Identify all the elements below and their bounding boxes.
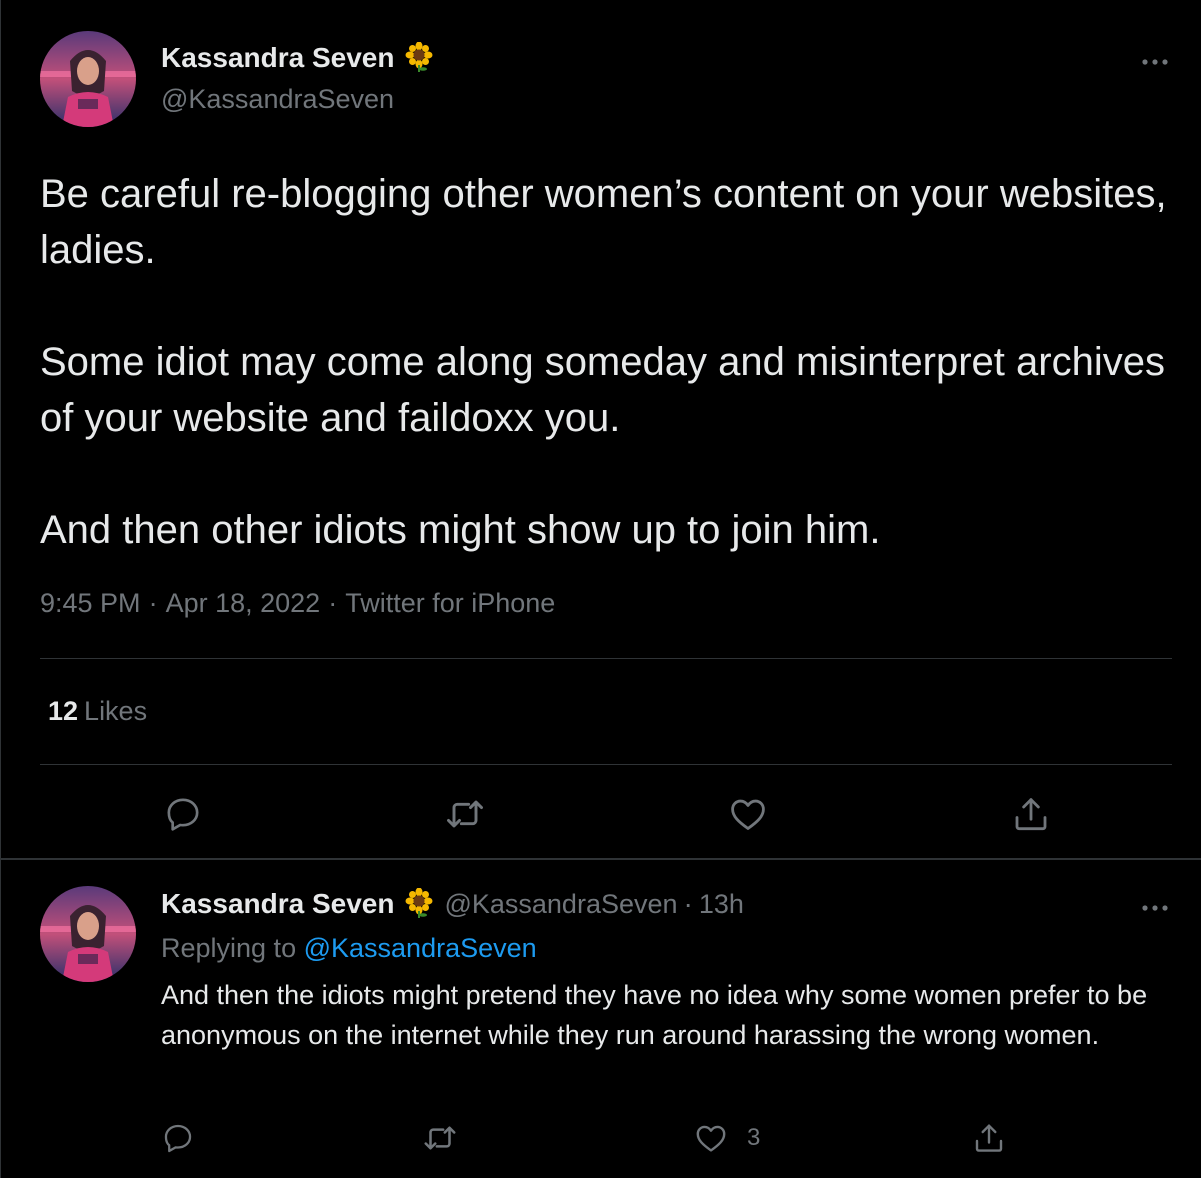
reply-header: Kassandra Seven @KassandraSeven · 13h [161, 887, 744, 925]
divider [40, 764, 1172, 765]
author-name[interactable]: Kassandra Seven [161, 41, 434, 79]
more-icon[interactable] [1139, 52, 1175, 72]
meta-separator: · [148, 588, 158, 618]
retweet-icon [424, 1126, 456, 1150]
tweet-paragraph-2: Some idiot may come along someday and mi… [40, 340, 1165, 440]
share-icon [975, 1124, 1003, 1152]
retweet-button[interactable] [443, 792, 487, 836]
likes-label: Likes [84, 696, 148, 726]
tweet-date[interactable]: Apr 18, 2022 [166, 588, 321, 618]
more-icon[interactable] [1139, 898, 1175, 918]
reply-like-count: 3 [747, 1124, 761, 1151]
share-icon [1015, 798, 1047, 831]
share-button[interactable] [971, 1118, 1007, 1158]
reply-icon [164, 1124, 192, 1153]
author-handle[interactable]: @KassandraSeven [161, 84, 394, 115]
reply-button[interactable] [161, 792, 205, 836]
divider [40, 658, 1172, 659]
replying-to-mention[interactable]: @KassandraSeven [304, 933, 537, 963]
tweet-text: Be careful re-blogging other women’s con… [40, 166, 1170, 558]
reply-author-avatar[interactable] [40, 886, 136, 982]
reply-button[interactable] [161, 1118, 195, 1158]
reply-author-name[interactable]: Kassandra Seven [161, 888, 394, 919]
sunflower-icon [404, 41, 434, 79]
reply-author-handle[interactable]: @KassandraSeven [444, 889, 677, 919]
header-separator: · [683, 888, 693, 919]
tweet-source[interactable]: Twitter for iPhone [345, 588, 555, 618]
tweet-paragraph-3: And then other idiots might show up to j… [40, 508, 881, 552]
reply-text: And then the idiots might pretend they h… [161, 980, 1148, 1050]
tweet-time[interactable]: 9:45 PM [40, 588, 141, 618]
retweet-icon [447, 800, 483, 828]
reply-time[interactable]: 13h [699, 889, 744, 919]
avatar-image [40, 886, 136, 982]
like-icon [731, 799, 765, 830]
retweet-button[interactable] [421, 1118, 459, 1158]
tweet-thread: Kassandra Seven @KassandraSeven Be caref… [0, 0, 1201, 1178]
sunflower-icon [404, 887, 434, 925]
replying-to: Replying to @KassandraSeven [161, 933, 537, 964]
thread-divider [1, 858, 1201, 860]
meta-separator: · [328, 588, 338, 618]
avatar-image [40, 31, 136, 127]
replying-to-prefix: Replying to [161, 933, 297, 963]
like-button[interactable] [726, 792, 770, 836]
likes-count: 12 [48, 696, 79, 726]
author-avatar[interactable] [40, 31, 136, 127]
like-button[interactable]: 3 [693, 1118, 760, 1158]
share-button[interactable] [1009, 792, 1053, 836]
reply-icon [167, 798, 199, 831]
author-name-text: Kassandra Seven [161, 42, 395, 73]
like-icon [696, 1125, 726, 1152]
tweet-paragraph-1: Be careful re-blogging other women’s con… [40, 172, 1167, 272]
likes-stat[interactable]: 12 Likes [48, 696, 147, 727]
tweet-meta: 9:45 PM · Apr 18, 2022 · Twitter for iPhone [40, 588, 555, 619]
